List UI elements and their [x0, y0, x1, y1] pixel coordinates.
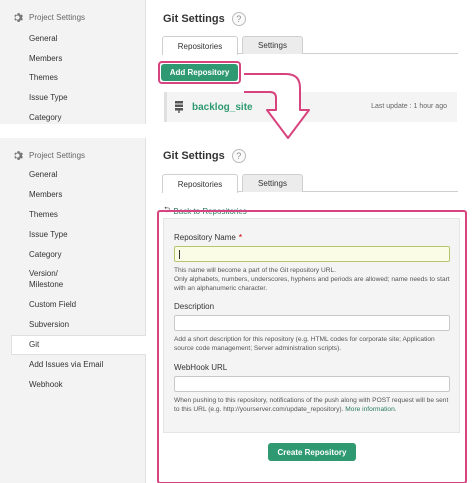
sidebar-header-label: Project Settings	[29, 13, 86, 22]
repository-row[interactable]: backlog_site Last update : 1 hour ago	[164, 92, 457, 122]
sidebar-header: Project Settings	[12, 150, 85, 161]
webhook-url-hint: When pushing to this repository, notific…	[174, 396, 454, 414]
repository-name-label-text: Repository Name	[174, 233, 236, 242]
description-input[interactable]	[174, 315, 450, 331]
sidebar-item-general[interactable]: General	[29, 34, 57, 44]
sidebar-item-version[interactable]: Version/	[29, 269, 58, 279]
sidebar-item-members[interactable]: Members	[29, 54, 62, 64]
page-title: Git Settings	[163, 13, 225, 25]
tab-bar: Repositories Settings	[162, 174, 458, 193]
webhook-hint-text: When pushing to this repository, notific…	[174, 397, 449, 413]
sidebar-top: Project Settings General Members Themes …	[0, 0, 146, 124]
description-label: Description	[174, 302, 215, 311]
tab-repositories[interactable]: Repositories	[162, 174, 238, 193]
webhook-url-label: WebHook URL	[174, 363, 228, 372]
sidebar-item-issue-type[interactable]: Issue Type	[29, 93, 68, 103]
help-icon[interactable]: ?	[231, 149, 246, 163]
sidebar-item-subversion[interactable]: Subversion	[29, 320, 69, 330]
sidebar-header: Project Settings	[12, 12, 85, 23]
sidebar-item-webhook[interactable]: Webhook	[29, 380, 63, 390]
repository-icon	[175, 101, 183, 113]
add-repository-button[interactable]: Add Repository	[161, 64, 238, 81]
repository-last-update: Last update : 1 hour ago	[371, 103, 447, 110]
title-row: Git Settings ?	[163, 12, 246, 26]
tab-settings[interactable]: Settings	[242, 36, 303, 54]
sidebar-bottom: Project Settings General Members Themes …	[0, 138, 147, 483]
required-mark: *	[238, 233, 242, 242]
sidebar-item-issue-type[interactable]: Issue Type	[29, 230, 68, 240]
text-caret	[179, 250, 180, 259]
tab-repositories[interactable]: Repositories	[162, 36, 238, 55]
sidebar-item-members[interactable]: Members	[29, 190, 62, 200]
gear-icon	[14, 151, 23, 160]
main-top: Git Settings ? Repositories Settings Add…	[146, 0, 474, 124]
repository-name-input[interactable]	[174, 246, 450, 262]
webhook-url-input[interactable]	[174, 376, 450, 392]
description-hint: Add a short description for this reposit…	[174, 336, 435, 352]
sidebar-item-git[interactable]: Git	[11, 335, 147, 355]
bottom-panel: Project Settings General Members Themes …	[0, 138, 474, 483]
sidebar-item-themes[interactable]: Themes	[29, 210, 58, 220]
more-information-link[interactable]: More information.	[345, 406, 396, 413]
sidebar-item-milestone[interactable]: Milestone	[29, 280, 63, 290]
main-bottom: Git Settings ? Repositories Settings ⮌ B…	[146, 138, 474, 483]
create-repository-button[interactable]: Create Repository	[268, 443, 356, 461]
sidebar-item-custom-field[interactable]: Custom Field	[29, 300, 76, 310]
repository-name-hint-1: This name will become a part of the Git …	[174, 267, 336, 274]
sidebar-item-themes[interactable]: Themes	[29, 73, 58, 83]
title-row: Git Settings ?	[163, 149, 246, 163]
page-title: Git Settings	[163, 150, 225, 162]
tab-settings[interactable]: Settings	[242, 174, 303, 192]
gear-icon	[14, 13, 23, 22]
repository-name-label: Repository Name *	[174, 233, 242, 242]
sidebar-item-add-issues-via-email[interactable]: Add Issues via Email	[29, 360, 103, 370]
help-icon[interactable]: ?	[231, 12, 246, 26]
tab-bar: Repositories Settings	[162, 36, 458, 55]
sidebar-item-category[interactable]: Category	[29, 250, 61, 260]
repository-name[interactable]: backlog_site	[192, 102, 253, 113]
repository-name-hint-2: Only alphabets, numbers, underscores, hy…	[174, 276, 450, 292]
sidebar-item-general[interactable]: General	[29, 170, 57, 180]
sidebar-header-label: Project Settings	[29, 151, 86, 160]
repository-form: Repository Name * This name will become a…	[163, 218, 460, 433]
sidebar-item-category[interactable]: Category	[29, 113, 61, 123]
top-panel: Project Settings General Members Themes …	[0, 0, 474, 124]
